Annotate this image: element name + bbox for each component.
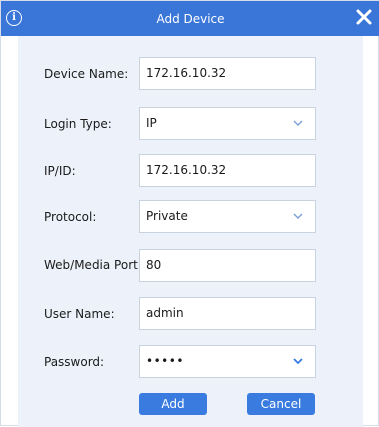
add-button[interactable]: Add [139,393,207,415]
close-button[interactable] [354,7,374,27]
protocol-label: Protocol: [44,210,97,224]
dialog-title: Add Device [156,12,225,26]
web-media-port-label: Web/Media Port [44,258,138,272]
login-type-value: IP [146,116,157,130]
device-name-label: Device Name: [44,67,129,81]
password-field[interactable]: ••••• [139,345,316,378]
close-icon [356,9,372,25]
web-media-port-value: 80 [146,258,162,272]
title-bar: i Add Device [1,1,379,36]
device-name-field[interactable]: 172.16.10.32 [139,57,316,90]
ip-id-field[interactable]: 172.16.10.32 [139,154,316,187]
chevron-down-icon [293,213,303,219]
login-type-label: Login Type: [44,117,112,131]
add-device-dialog: i Add Device Device Name: 172.16.10.32 L… [0,0,379,427]
chevron-down-icon [293,120,303,126]
ip-id-label: IP/ID: [44,164,76,178]
cancel-button[interactable]: Cancel [247,393,315,415]
web-media-port-field[interactable]: 80 [139,249,316,282]
device-name-value: 172.16.10.32 [146,66,227,80]
password-label: Password: [44,355,105,369]
chevron-down-icon[interactable] [293,358,303,365]
password-value: ••••• [146,354,184,368]
user-name-label: User Name: [44,307,115,321]
user-name-field[interactable]: admin [139,297,316,330]
ip-id-value: 172.16.10.32 [146,163,227,177]
user-name-value: admin [146,306,184,320]
protocol-value: Private [146,209,188,223]
protocol-select[interactable]: Private [139,200,316,233]
login-type-select[interactable]: IP [139,107,316,140]
